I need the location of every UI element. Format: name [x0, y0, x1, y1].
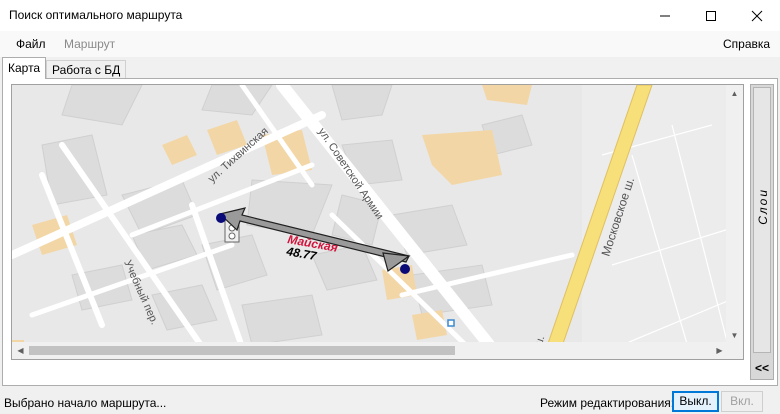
menu-route[interactable]: Маршрут	[64, 37, 115, 51]
scroll-left-icon[interactable]: ◀	[12, 342, 29, 359]
app-window: Поиск оптимального маршрута Файл Маршрут…	[0, 0, 780, 414]
menu-file[interactable]: Файл	[16, 37, 46, 51]
window-title: Поиск оптимального маршрута	[9, 8, 183, 22]
status-message: Выбрано начало маршрута...	[4, 396, 167, 410]
minimize-icon	[660, 15, 670, 16]
tab-map[interactable]: Карта	[2, 57, 47, 79]
route-start-point[interactable]	[216, 213, 226, 223]
layers-label: Слои	[756, 188, 770, 225]
close-button[interactable]	[734, 0, 780, 31]
minimize-button[interactable]	[642, 0, 688, 31]
close-icon	[751, 10, 763, 21]
area-east	[582, 85, 743, 359]
layers-panel: Слои <<	[750, 84, 774, 380]
menu-bar: Файл Маршрут Справка	[0, 31, 780, 57]
title-bar: Поиск оптимального маршрута	[0, 0, 780, 31]
map-marker-icon[interactable]	[447, 319, 455, 327]
map-horizontal-scrollbar[interactable]: ◀ ▶	[12, 342, 728, 359]
edit-mode-label: Режим редактирования:	[540, 396, 675, 410]
map-tab-panel: ул. Тихвинская ул. Советской Армии Моско…	[2, 78, 778, 386]
route-end-point[interactable]	[400, 264, 410, 274]
scroll-up-icon[interactable]: ▲	[726, 85, 743, 102]
maximize-icon	[706, 10, 716, 21]
map-view[interactable]: ул. Тихвинская ул. Советской Армии Моско…	[11, 84, 744, 360]
tab-database[interactable]: Работа с БД	[46, 60, 127, 79]
layers-tab[interactable]: Слои	[753, 87, 771, 353]
tab-strip: Карта Работа с БД	[0, 57, 780, 79]
scroll-corner	[726, 342, 743, 359]
maximize-button[interactable]	[688, 0, 734, 31]
layers-toggle-button[interactable]: <<	[753, 358, 771, 378]
horizontal-scroll-thumb[interactable]	[29, 346, 455, 355]
edit-mode-on-button[interactable]: Вкл.	[721, 391, 763, 412]
menu-help[interactable]: Справка	[723, 37, 770, 51]
map-vertical-scrollbar[interactable]: ▲ ▼	[726, 85, 743, 344]
map-canvas[interactable]: ул. Тихвинская ул. Советской Армии Моско…	[12, 85, 744, 360]
status-bar: Выбрано начало маршрута... Режим редакти…	[0, 388, 780, 414]
edit-mode-off-button[interactable]: Выкл.	[672, 391, 719, 412]
